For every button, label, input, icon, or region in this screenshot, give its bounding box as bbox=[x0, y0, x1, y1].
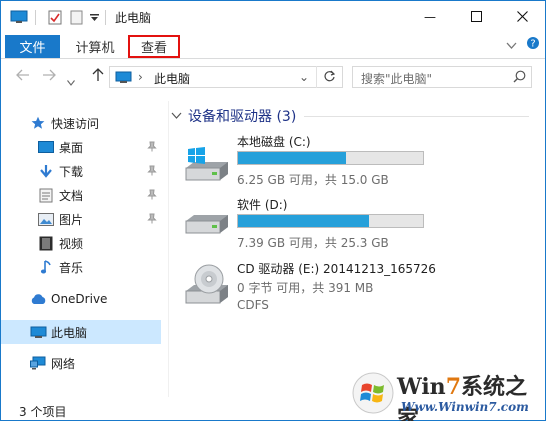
group-title: 设备和驱动器 (3) bbox=[188, 109, 297, 125]
windows-drive-icon bbox=[184, 146, 230, 185]
drive-d-space: 7.39 GB 可用，共 25.3 GB bbox=[237, 236, 389, 250]
recent-locations-icon[interactable] bbox=[67, 73, 75, 89]
this-pc-icon[interactable] bbox=[10, 10, 28, 27]
pictures-icon bbox=[38, 213, 54, 229]
watermark-logo: Win7系统之家 Www.Winwin7.com bbox=[349, 365, 545, 421]
desktop-icon bbox=[38, 141, 54, 156]
up-arrow-icon[interactable] bbox=[92, 68, 104, 85]
drive-e-space: 0 字节 可用，共 391 MB bbox=[237, 281, 374, 295]
documents-icon bbox=[39, 188, 53, 206]
network-icon bbox=[30, 356, 47, 373]
drive-c-usage-bar bbox=[237, 151, 424, 165]
address-bar[interactable]: › 此电脑 ⌄ bbox=[109, 66, 343, 88]
search-placeholder: 搜索"此电脑" bbox=[361, 72, 433, 86]
windows-logo-icon bbox=[351, 371, 395, 418]
address-row: › 此电脑 ⌄ 搜索"此电脑" bbox=[1, 60, 545, 94]
collapse-chevron-icon[interactable] bbox=[171, 108, 182, 124]
drive-d-usage-bar bbox=[237, 214, 424, 228]
search-icon[interactable] bbox=[513, 70, 526, 86]
chevron-down-icon[interactable] bbox=[506, 39, 517, 53]
sidebar-item-videos[interactable]: 视频 bbox=[1, 231, 161, 255]
this-pc-icon bbox=[30, 326, 47, 342]
hard-drive-icon bbox=[184, 211, 230, 238]
cloud-icon bbox=[30, 294, 47, 308]
music-icon bbox=[40, 259, 52, 278]
properties-icon[interactable] bbox=[48, 10, 62, 28]
drive-c-space: 6.25 GB 可用，共 15.0 GB bbox=[237, 173, 389, 187]
address-dropdown-icon[interactable]: ⌄ bbox=[299, 70, 309, 84]
breadcrumb-separator-icon[interactable]: › bbox=[138, 70, 143, 84]
drive-c-usage-fill bbox=[238, 152, 346, 164]
svg-text:?: ? bbox=[530, 39, 535, 50]
drive-e-name: CD 驱动器 (E:) 20141213_165726 bbox=[237, 262, 436, 276]
close-button[interactable] bbox=[499, 1, 545, 32]
tab-computer[interactable]: 计算机 bbox=[69, 35, 121, 58]
maximize-button[interactable] bbox=[453, 1, 499, 32]
download-icon bbox=[39, 164, 53, 182]
search-input[interactable]: 搜索"此电脑" bbox=[352, 66, 532, 88]
breadcrumb-this-pc[interactable]: 此电脑 bbox=[154, 70, 190, 87]
drive-d[interactable]: 软件 (D:) 7.39 GB 可用，共 25.3 GB bbox=[184, 196, 484, 252]
status-item-count: 3 个项目 bbox=[19, 405, 67, 419]
cd-drive-icon bbox=[184, 263, 230, 310]
tab-file[interactable]: 文件 bbox=[5, 35, 60, 58]
drive-e-filesystem: CDFS bbox=[237, 298, 269, 312]
window-title: 此电脑 bbox=[115, 11, 152, 25]
this-pc-small-icon bbox=[115, 71, 132, 87]
videos-icon bbox=[39, 236, 53, 254]
pin-icon[interactable] bbox=[147, 165, 157, 179]
back-arrow-icon[interactable] bbox=[16, 68, 30, 84]
star-icon bbox=[31, 116, 45, 133]
refresh-icon[interactable] bbox=[323, 70, 336, 86]
watermark-url: Www.Winwin7.com bbox=[401, 400, 529, 414]
sidebar-item-downloads[interactable]: 下载 bbox=[1, 159, 161, 183]
sidebar-item-documents[interactable]: 文档 bbox=[1, 183, 161, 207]
minimize-button[interactable]: — bbox=[407, 1, 453, 32]
drive-e[interactable]: CD 驱动器 (E:) 20141213_165726 0 字节 可用，共 39… bbox=[184, 260, 484, 316]
sidebar-item-this-pc[interactable]: 此电脑 bbox=[1, 320, 161, 344]
drive-d-usage-fill bbox=[238, 215, 369, 227]
sidebar-item-desktop[interactable]: 桌面 bbox=[1, 135, 161, 159]
group-header[interactable]: 设备和驱动器 (3) bbox=[171, 106, 296, 126]
drive-c-name: 本地磁盘 (C:) bbox=[237, 135, 311, 149]
ribbon-tabs: 文件 计算机 查看 ? bbox=[1, 32, 545, 59]
group-divider bbox=[304, 116, 529, 117]
title-bar: 此电脑 — bbox=[1, 1, 545, 32]
customize-toolbar-icon[interactable] bbox=[90, 12, 99, 26]
sidebar-item-pictures[interactable]: 图片 bbox=[1, 207, 161, 231]
pin-icon[interactable] bbox=[147, 213, 157, 227]
pin-icon[interactable] bbox=[147, 189, 157, 203]
pin-icon[interactable] bbox=[147, 141, 157, 155]
navigation-pane: 快速访问 桌面 下载 文档 图片 视频 音乐 OneDrive 此电脑 网络 bbox=[1, 101, 166, 397]
tab-view[interactable]: 查看 bbox=[128, 35, 180, 58]
drive-d-name: 软件 (D:) bbox=[237, 198, 288, 212]
title-separator bbox=[105, 10, 106, 25]
drive-c[interactable]: 本地磁盘 (C:) 6.25 GB 可用，共 15.0 GB bbox=[184, 133, 484, 189]
sidebar-item-network[interactable]: 网络 bbox=[1, 351, 161, 375]
explorer-window: 此电脑 — 文件 计算机 查看 ? › 此电脑 ⌄ 搜索"此电脑" 快速访问 桌… bbox=[0, 0, 546, 421]
sidebar-item-music[interactable]: 音乐 bbox=[1, 255, 161, 279]
pane-divider[interactable] bbox=[168, 101, 169, 397]
help-icon[interactable]: ? bbox=[526, 36, 540, 53]
new-folder-icon[interactable] bbox=[70, 10, 83, 28]
quick-access-separator bbox=[35, 10, 36, 25]
forward-arrow-icon[interactable] bbox=[42, 68, 56, 84]
nav-quick-access[interactable]: 快速访问 bbox=[1, 111, 161, 135]
sidebar-item-onedrive[interactable]: OneDrive bbox=[1, 287, 161, 311]
